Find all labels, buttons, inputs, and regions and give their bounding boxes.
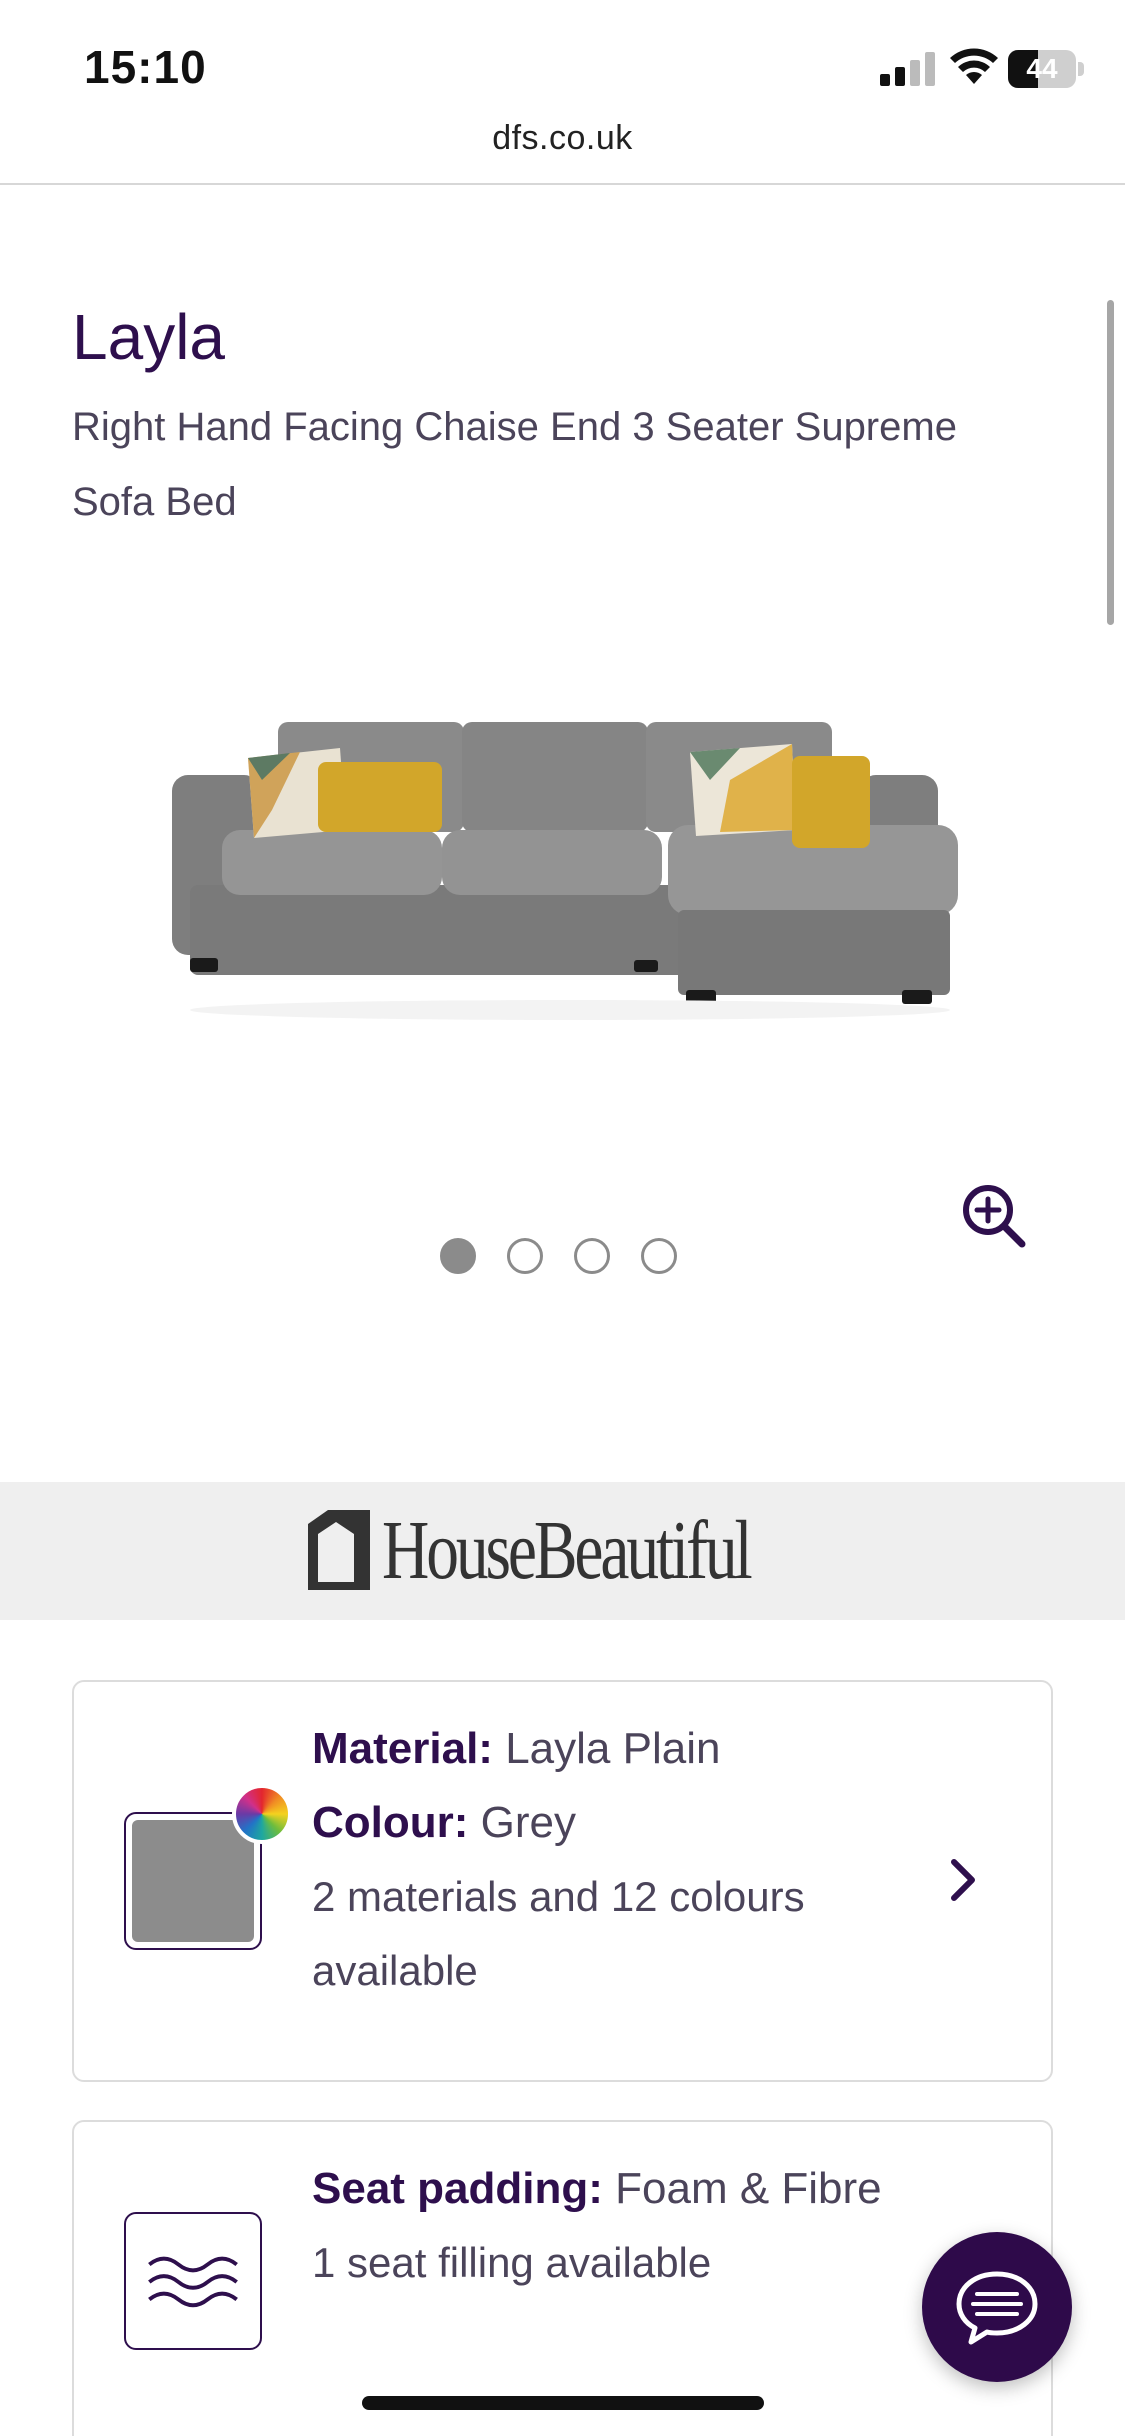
seat-padding-details: Seat padding: Foam & Fibre 1 seat fillin… [312, 2152, 932, 2300]
waves-icon [124, 2212, 262, 2350]
house-icon [308, 1510, 370, 1590]
chat-icon [956, 2271, 1038, 2345]
url-bar[interactable]: dfs.co.uk [0, 112, 1125, 184]
battery-icon: 44 [1008, 50, 1084, 88]
swatch-colour [132, 1820, 254, 1942]
material-label: Material: [312, 1724, 493, 1773]
colour-value: Grey [480, 1798, 576, 1847]
chat-button[interactable] [922, 2232, 1072, 2382]
product-subtitle: Right Hand Facing Chaise End 3 Seater Su… [72, 405, 957, 524]
material-value: Layla Plain [505, 1724, 721, 1773]
image-carousel-dots [440, 1238, 677, 1278]
carousel-dot[interactable] [574, 1238, 610, 1274]
carousel-dot[interactable] [507, 1238, 543, 1274]
url-divider [0, 183, 1125, 185]
home-indicator[interactable] [362, 2396, 764, 2410]
product-title: Layla [72, 301, 225, 373]
product-page: 15:10 44 dfs.co.uk Layla Right Hand Faci… [0, 0, 1125, 2436]
material-details: Material: Layla Plain Colour: Grey 2 mat… [312, 1712, 932, 2008]
seat-padding-selector[interactable]: Seat padding: Foam & Fibre 1 seat fillin… [72, 2120, 1053, 2436]
cellular-signal-icon [880, 52, 935, 86]
house-beautiful-logo: HouseBeautiful [308, 1504, 853, 1597]
seat-padding-value: Foam & Fibre [615, 2164, 882, 2213]
battery-level: 44 [1026, 53, 1058, 84]
carousel-dot[interactable] [440, 1238, 476, 1274]
carousel-dot[interactable] [641, 1238, 677, 1274]
wifi-icon [950, 48, 998, 84]
colour-wheel-icon [232, 1784, 292, 1844]
material-availability: 2 materials and 12 colours available [312, 1873, 805, 1994]
partner-logo-text: HouseBeautiful [382, 1503, 753, 1597]
zoom-in-icon[interactable] [958, 1180, 1030, 1252]
chevron-right-icon[interactable] [944, 1850, 984, 1910]
product-image[interactable] [150, 680, 1030, 1160]
colour-label: Colour: [312, 1798, 469, 1847]
status-time: 15:10 [84, 41, 207, 93]
status-bar: 15:10 44 [0, 0, 1125, 130]
material-colour-selector[interactable]: Material: Layla Plain Colour: Grey 2 mat… [72, 1680, 1053, 2082]
seat-padding-label: Seat padding: [312, 2164, 603, 2213]
page-scrollbar[interactable] [1107, 300, 1114, 625]
seat-padding-availability: 1 seat filling available [312, 2239, 712, 2286]
